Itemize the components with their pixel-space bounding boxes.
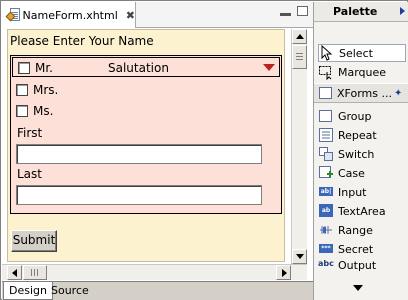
last-name-label: Last <box>17 167 42 181</box>
palette-item-label: Range <box>338 223 373 237</box>
editor-window: NameForm.xhtml ✖ Please Enter Your Name … <box>0 0 408 300</box>
arrow-up-icon <box>296 34 304 39</box>
form-title: Please Enter Your Name <box>10 34 154 48</box>
palette-tool-select[interactable]: Select <box>318 44 406 62</box>
pointer-icon <box>319 44 335 61</box>
maximize-icon[interactable] <box>297 6 308 16</box>
tab-source[interactable]: Source <box>46 282 94 300</box>
horizontal-scrollbar[interactable] <box>2 264 307 280</box>
palette-item-label: Select <box>339 46 373 60</box>
palette-title: Palette <box>333 5 378 18</box>
palette-item-label: Output <box>338 259 377 272</box>
palette-item-repeat[interactable]: Repeat <box>318 126 406 144</box>
editor-tab-bar: NameForm.xhtml ✖ <box>2 2 315 28</box>
palette-item-label: TextArea <box>338 204 386 218</box>
textarea-icon: ab <box>318 203 334 219</box>
palette-item-label: Marquee <box>338 65 387 79</box>
palette-item-group[interactable]: Group <box>318 107 406 125</box>
palette-item-textarea[interactable]: ab TextArea <box>318 202 406 220</box>
window-controls <box>280 6 308 16</box>
editor-tab-label: NameForm.xhtml <box>22 8 118 22</box>
palette-item-output[interactable]: abc Output <box>318 259 406 273</box>
option-label: Mr. <box>35 61 53 75</box>
last-name-input[interactable] <box>16 185 262 205</box>
arrow-down-icon <box>296 254 304 259</box>
marquee-icon <box>318 64 334 81</box>
design-canvas: Please Enter Your Name Mr. Salutation Mr… <box>2 29 291 264</box>
salutation-select[interactable]: Mr. Salutation <box>12 57 280 77</box>
palette-item-secret[interactable]: *** Secret <box>318 240 406 258</box>
palette-item-label: Repeat <box>338 128 377 142</box>
option-mrs[interactable]: Mrs. <box>16 83 58 97</box>
vertical-scroll-thumb[interactable] <box>292 45 307 69</box>
horizontal-scroll-thumb[interactable] <box>23 265 47 280</box>
input-icon: ab| <box>319 187 333 196</box>
name-group[interactable]: Mr. Salutation Mrs. Ms. First Last <box>10 55 282 214</box>
close-tab-icon[interactable]: ✖ <box>126 9 135 22</box>
checkbox[interactable] <box>16 84 28 96</box>
checkbox[interactable] <box>16 105 28 117</box>
arrow-left-icon <box>12 269 17 277</box>
option-label: Ms. <box>33 104 54 118</box>
scroll-down-button[interactable] <box>292 249 307 264</box>
first-name-label: First <box>17 126 43 140</box>
output-icon: abc <box>318 259 334 268</box>
palette-item-label: Secret <box>338 242 374 256</box>
range-icon <box>318 222 334 238</box>
palette-item-switch[interactable]: Switch <box>318 145 406 163</box>
palette-item-case[interactable]: Case <box>318 164 406 182</box>
editor-tab-nameform[interactable]: NameForm.xhtml ✖ <box>2 2 136 28</box>
palette-item-label: Group <box>338 109 372 123</box>
pin-icon[interactable]: ✦ <box>394 88 402 99</box>
scroll-left-button[interactable] <box>7 265 22 280</box>
option-label: Mrs. <box>33 83 59 97</box>
palette-item-label: Switch <box>338 147 375 161</box>
palette-scroll-down-icon[interactable] <box>353 285 363 291</box>
palette-item-range[interactable]: Range <box>318 221 406 239</box>
scroll-up-button[interactable] <box>292 29 307 44</box>
page-tab-bar: Design Source <box>2 281 315 300</box>
secret-icon: *** <box>318 241 334 257</box>
palette-header[interactable]: Palette <box>314 2 408 22</box>
submit-button[interactable]: Submit <box>11 230 57 252</box>
minimize-icon[interactable] <box>280 13 291 16</box>
scroll-right-button[interactable] <box>276 265 291 280</box>
palette-drawer-xforms[interactable]: XForms ... ✦ <box>314 83 408 103</box>
option-mr[interactable]: Mr. <box>18 61 53 75</box>
xforms-icon <box>318 85 334 101</box>
xhtml-file-icon <box>5 7 20 23</box>
palette-panel: Palette Select Marquee XForms ... ✦ Grou… <box>313 2 408 300</box>
palette-tool-marquee[interactable]: Marquee <box>318 63 406 81</box>
repeat-icon <box>318 127 334 143</box>
group-icon <box>318 108 334 124</box>
palette-item-input[interactable]: ab| Input <box>318 183 406 201</box>
vertical-scrollbar[interactable] <box>291 29 307 264</box>
arrow-right-icon <box>282 269 287 277</box>
case-icon <box>318 165 334 181</box>
first-name-input[interactable] <box>16 144 262 164</box>
option-ms[interactable]: Ms. <box>16 104 53 118</box>
switch-icon <box>318 146 334 162</box>
palette-collapse-icon[interactable] <box>400 7 405 15</box>
palette-item-label: Case <box>338 166 365 180</box>
dropdown-arrow-icon[interactable] <box>263 64 275 71</box>
checkbox[interactable] <box>18 62 30 74</box>
xforms-form[interactable]: Please Enter Your Name Mr. Salutation Mr… <box>7 29 285 262</box>
palette-drawer-label: XForms ... <box>337 86 392 100</box>
select-label: Salutation <box>108 61 169 75</box>
palette-item-label: Input <box>338 185 367 199</box>
